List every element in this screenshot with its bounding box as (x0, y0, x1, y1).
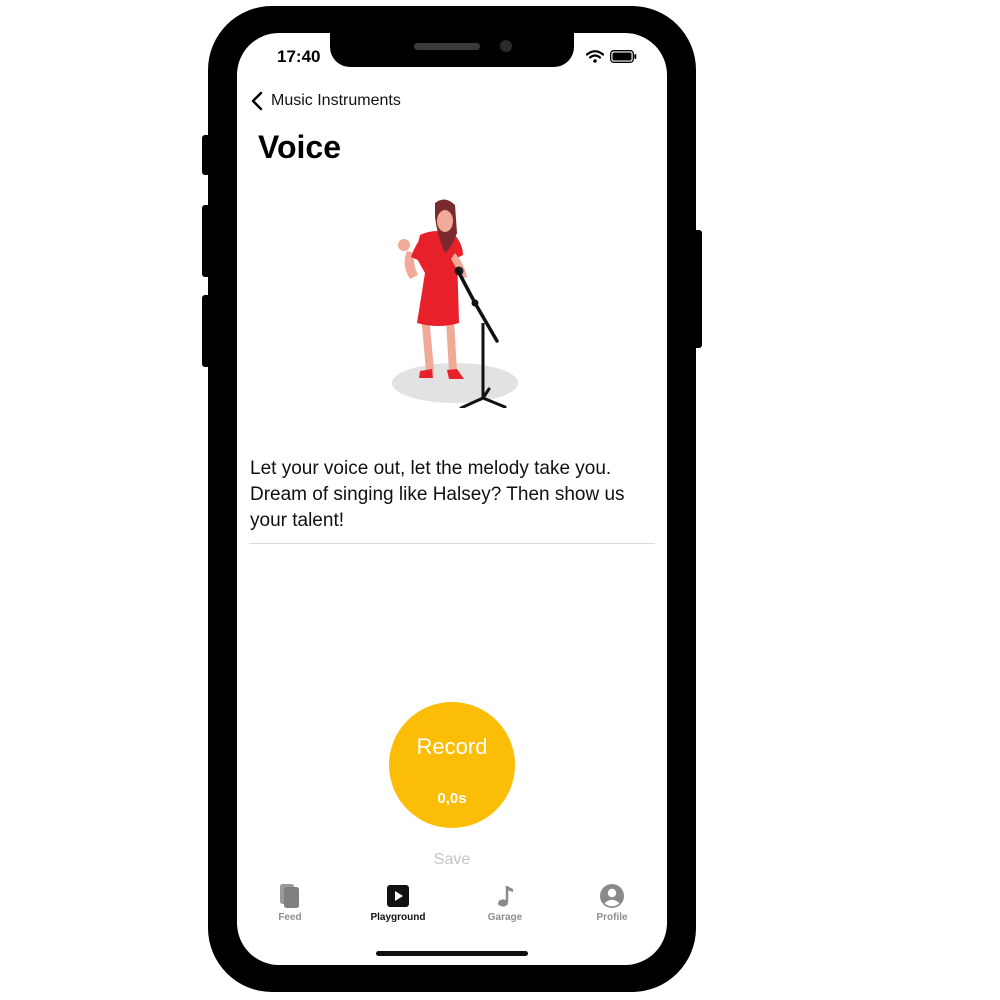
status-icons (586, 50, 637, 63)
tab-label-profile: Profile (596, 912, 628, 923)
record-label: Record (416, 734, 488, 759)
side-button-power (694, 230, 702, 348)
side-button-volume-down (202, 295, 210, 367)
speaker (414, 43, 480, 50)
chevron-left-icon (251, 91, 263, 111)
camera (500, 40, 512, 52)
side-button-volume-up (202, 205, 210, 277)
singer-illustration (392, 199, 518, 408)
divider (249, 543, 655, 544)
battery-icon (610, 50, 637, 63)
tab-garage[interactable]: Garage (455, 883, 555, 923)
side-button-mute (202, 135, 210, 175)
screen: 17:40 Music Instruments Voice Let your v… (237, 33, 667, 965)
record-button[interactable]: Record 0,0s (389, 702, 515, 828)
save-button[interactable]: Save (237, 851, 667, 869)
tab-bar: Feed Playground Garage Profile (237, 883, 667, 943)
back-label: Music Instruments (271, 92, 401, 109)
page-title: Voice (258, 129, 341, 165)
home-indicator (376, 951, 528, 956)
music-note-icon (498, 886, 513, 907)
tab-profile[interactable]: Profile (562, 883, 662, 923)
tab-label-feed: Feed (278, 912, 302, 923)
wifi-icon (586, 50, 604, 63)
tab-playground[interactable]: Playground (348, 883, 448, 923)
play-icon (387, 885, 409, 907)
back-button[interactable]: Music Instruments (251, 91, 401, 111)
status-time: 17:40 (277, 47, 321, 66)
record-timer: 0,0s (437, 790, 467, 807)
notch (330, 33, 574, 67)
tab-label-garage: Garage (487, 912, 523, 923)
tab-feed[interactable]: Feed (240, 883, 340, 923)
person-circle-icon (600, 884, 624, 908)
tab-label-playground: Playground (370, 912, 426, 923)
cards-icon (280, 884, 299, 908)
description-text: Let your voice out, let the melody take … (250, 458, 625, 531)
